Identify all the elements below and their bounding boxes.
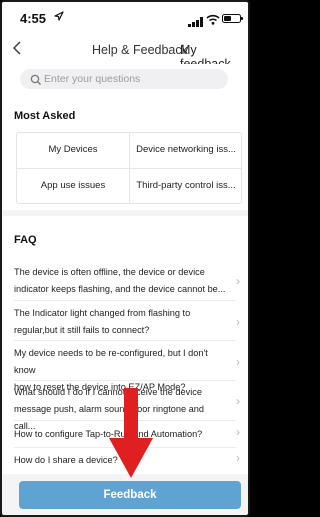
chevron-right-icon: › [236, 274, 240, 288]
red-arrow-annotation [109, 388, 153, 478]
signal-icon [188, 14, 204, 32]
grid-divider-horizontal [17, 168, 241, 169]
most-asked-networking[interactable]: Device networking iss... [130, 144, 242, 155]
chevron-right-icon: › [236, 355, 240, 369]
status-time: 4:55 [20, 11, 47, 26]
nav-bar: Help & Feedback My feedback [2, 36, 248, 71]
search-section: Enter your questions [2, 64, 248, 96]
most-asked-title: Most Asked [14, 110, 76, 122]
faq-item-line1: The Indicator light changed from flashin… [14, 308, 191, 318]
most-asked-third-party[interactable]: Third-party control iss... [130, 180, 242, 191]
chevron-right-icon: › [236, 315, 240, 329]
chevron-left-icon[interactable] [12, 40, 22, 61]
chevron-right-icon: › [236, 451, 240, 465]
most-asked-grid: My Devices Device networking iss... App … [16, 132, 242, 204]
faq-item-line1: The device is often offline, the device … [14, 267, 205, 277]
divider [14, 380, 236, 381]
faq-item[interactable]: The Indicator light changed from flashin… [14, 305, 226, 339]
faq-item-line1: My device needs to be re-configured, but… [14, 348, 208, 375]
wifi-icon [206, 12, 220, 30]
search-input[interactable]: Enter your questions [20, 69, 228, 89]
most-asked-my-devices[interactable]: My Devices [17, 144, 129, 155]
divider [14, 300, 236, 301]
faq-item-line2: regular,but it still fails to connect? [14, 325, 150, 335]
most-asked-section: Most Asked My Devices Device networking … [2, 96, 248, 210]
search-placeholder: Enter your questions [44, 73, 141, 85]
location-arrow-icon [54, 11, 64, 24]
most-asked-app-use[interactable]: App use issues [17, 180, 129, 191]
chevron-right-icon: › [236, 394, 240, 408]
feedback-button[interactable]: Feedback [19, 481, 241, 509]
faq-title: FAQ [14, 234, 37, 246]
faq-item-line2: indicator keeps flashing, and the device… [14, 284, 226, 294]
page-title: Help & Feedback [92, 43, 188, 57]
battery-icon [222, 14, 243, 23]
faq-item[interactable]: The device is often offline, the device … [14, 264, 226, 298]
status-bar: 4:55 [2, 2, 248, 36]
phone-screen: 4:55 Help & Feedback My feedback [0, 0, 250, 517]
divider [14, 340, 236, 341]
chevron-right-icon: › [236, 425, 240, 439]
search-icon [30, 73, 42, 85]
